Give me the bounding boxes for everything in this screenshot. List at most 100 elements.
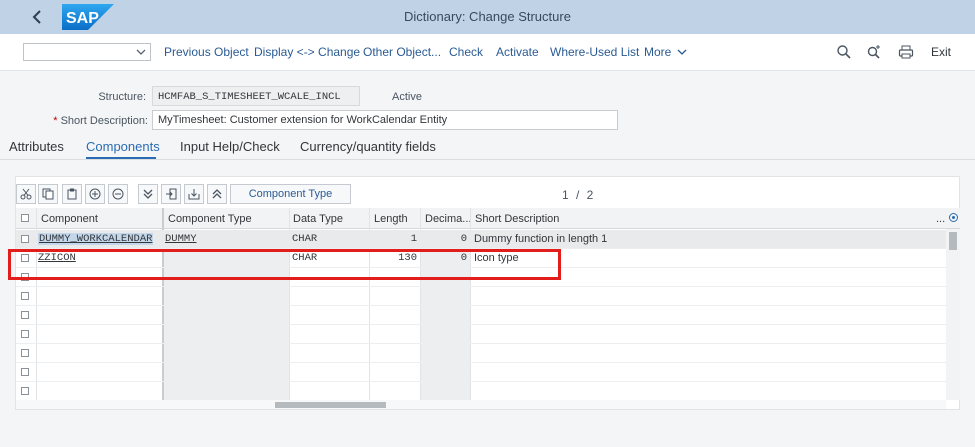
- tray-arrow-icon: [188, 189, 200, 200]
- row-checkbox[interactable]: [21, 368, 29, 376]
- scissors-icon: [20, 188, 32, 200]
- command-dropdown[interactable]: [23, 43, 151, 61]
- table-row[interactable]: [16, 287, 946, 306]
- where-used-list-button[interactable]: Where-Used List: [550, 45, 639, 59]
- table-row[interactable]: [16, 344, 946, 363]
- double-chevron-down-icon: [143, 189, 153, 199]
- insert-include-button[interactable]: [161, 184, 181, 204]
- table-row[interactable]: [16, 363, 946, 382]
- paste-button[interactable]: [62, 184, 82, 204]
- shell-bar: SAP Dictionary: Change Structure: [0, 0, 975, 34]
- clipboard-icon: [67, 188, 77, 200]
- copy-button[interactable]: [38, 184, 58, 204]
- row-checkbox[interactable]: [21, 273, 29, 281]
- horizontal-scroll-thumb[interactable]: [275, 402, 386, 408]
- delete-row-button[interactable]: [108, 184, 128, 204]
- row-checkbox[interactable]: [21, 292, 29, 300]
- tab-divider: [0, 159, 975, 160]
- row-checkbox[interactable]: [21, 330, 29, 338]
- search-icon[interactable]: [836, 44, 852, 60]
- structure-value: HCMFAB_S_TIMESHEET_WCALE_INCL: [158, 91, 341, 103]
- sap-logo-text: SAP: [66, 10, 99, 27]
- column-header-data-type[interactable]: Data Type: [293, 213, 343, 225]
- column-header-decimals[interactable]: Decima...: [425, 213, 471, 225]
- horizontal-scrollbar[interactable]: [16, 400, 946, 409]
- expand-button[interactable]: [138, 184, 158, 204]
- print-icon[interactable]: [898, 44, 914, 60]
- table-row[interactable]: [16, 382, 946, 401]
- component-cell[interactable]: DUMMY_WORKCALENDAR: [38, 233, 154, 245]
- settings-icon[interactable]: [948, 212, 959, 223]
- table-header: Component Component Type Data Type Lengt…: [16, 208, 960, 229]
- insert-row-button[interactable]: [85, 184, 105, 204]
- short-description-value: MyTimesheet: Customer extension for Work…: [158, 114, 448, 126]
- row-checkbox[interactable]: [21, 254, 29, 262]
- copy-icon: [42, 188, 54, 200]
- more-button-label: More: [644, 45, 672, 59]
- component-type-cell[interactable]: DUMMY: [165, 233, 197, 245]
- collapse-button[interactable]: [207, 184, 227, 204]
- row-checkbox[interactable]: [21, 311, 29, 319]
- short-description-label: * Short Description:: [20, 115, 148, 127]
- table-row[interactable]: [16, 268, 946, 287]
- tab-attributes[interactable]: Attributes: [9, 139, 64, 154]
- decimals-cell: 0: [460, 252, 467, 264]
- row-checkbox[interactable]: [21, 349, 29, 357]
- chevron-down-icon: [677, 49, 687, 55]
- data-type-cell[interactable]: CHAR: [292, 233, 317, 245]
- length-cell[interactable]: 1: [371, 233, 417, 245]
- status-text: Active: [392, 91, 422, 103]
- tab-currency-quantity-fields[interactable]: Currency/quantity fields: [300, 139, 436, 154]
- column-header-short-description[interactable]: Short Description: [475, 213, 559, 225]
- previous-object-button[interactable]: Previous Object: [164, 45, 249, 59]
- more-columns-indicator: ...: [936, 213, 946, 225]
- short-description-input[interactable]: MyTimesheet: Customer extension for Work…: [152, 110, 618, 130]
- table-row[interactable]: [16, 306, 946, 325]
- sap-logo: SAP: [62, 4, 114, 30]
- short-description-cell[interactable]: Icon type: [474, 252, 519, 264]
- short-description-label-text: Short Description:: [60, 115, 148, 127]
- component-cell[interactable]: ZZICON: [38, 252, 76, 264]
- row-checkbox[interactable]: [21, 387, 29, 395]
- tab-components[interactable]: Components: [86, 139, 160, 154]
- minus-circle-icon: [112, 188, 124, 200]
- table-row[interactable]: DUMMY_WORKCALENDAR DUMMY CHAR 1 0 Dummy …: [16, 230, 946, 249]
- page-title: Dictionary: Change Structure: [404, 9, 571, 24]
- table-row[interactable]: ZZICON CHAR 130 0 Icon type: [16, 249, 946, 268]
- activate-button[interactable]: Activate: [496, 45, 539, 59]
- chevron-left-icon: [32, 10, 41, 24]
- expand-include-button[interactable]: [184, 184, 204, 204]
- column-header-component[interactable]: Component: [41, 213, 98, 225]
- other-object-button[interactable]: Other Object...: [363, 45, 441, 59]
- component-type-button[interactable]: Component Type: [230, 184, 351, 204]
- vertical-scrollbar[interactable]: [946, 229, 960, 400]
- back-button[interactable]: [27, 7, 47, 27]
- display-change-button[interactable]: Display <-> Change: [254, 45, 360, 59]
- exit-button[interactable]: Exit: [931, 45, 951, 59]
- select-all-checkbox[interactable]: [21, 214, 29, 222]
- search-plus-icon[interactable]: [866, 44, 882, 60]
- check-button[interactable]: Check: [449, 45, 483, 59]
- chevron-down-icon: [136, 49, 146, 55]
- column-header-component-type[interactable]: Component Type: [168, 213, 252, 225]
- application-toolbar: Previous Object Display <-> Change Other…: [0, 34, 975, 71]
- vertical-scroll-thumb[interactable]: [949, 232, 957, 250]
- active-tab-indicator: [86, 157, 156, 159]
- insert-into-icon: [166, 188, 177, 200]
- column-header-length[interactable]: Length: [374, 213, 408, 225]
- short-description-cell[interactable]: Dummy function in length 1: [474, 233, 607, 245]
- more-button[interactable]: More: [644, 45, 687, 59]
- data-type-cell[interactable]: CHAR: [292, 252, 317, 264]
- required-mark: *: [53, 115, 58, 127]
- tab-input-help-check[interactable]: Input Help/Check: [180, 139, 280, 154]
- table-row[interactable]: [16, 325, 946, 344]
- structure-field: HCMFAB_S_TIMESHEET_WCALE_INCL: [152, 86, 360, 106]
- plus-circle-icon: [89, 188, 101, 200]
- page-indicator: 1 / 2: [562, 188, 594, 202]
- cut-button[interactable]: [16, 184, 36, 204]
- decimals-cell: 0: [460, 233, 467, 245]
- structure-label: Structure:: [98, 91, 146, 103]
- double-chevron-up-icon: [212, 189, 222, 199]
- row-checkbox[interactable]: [21, 235, 29, 243]
- length-cell[interactable]: 130: [371, 252, 417, 264]
